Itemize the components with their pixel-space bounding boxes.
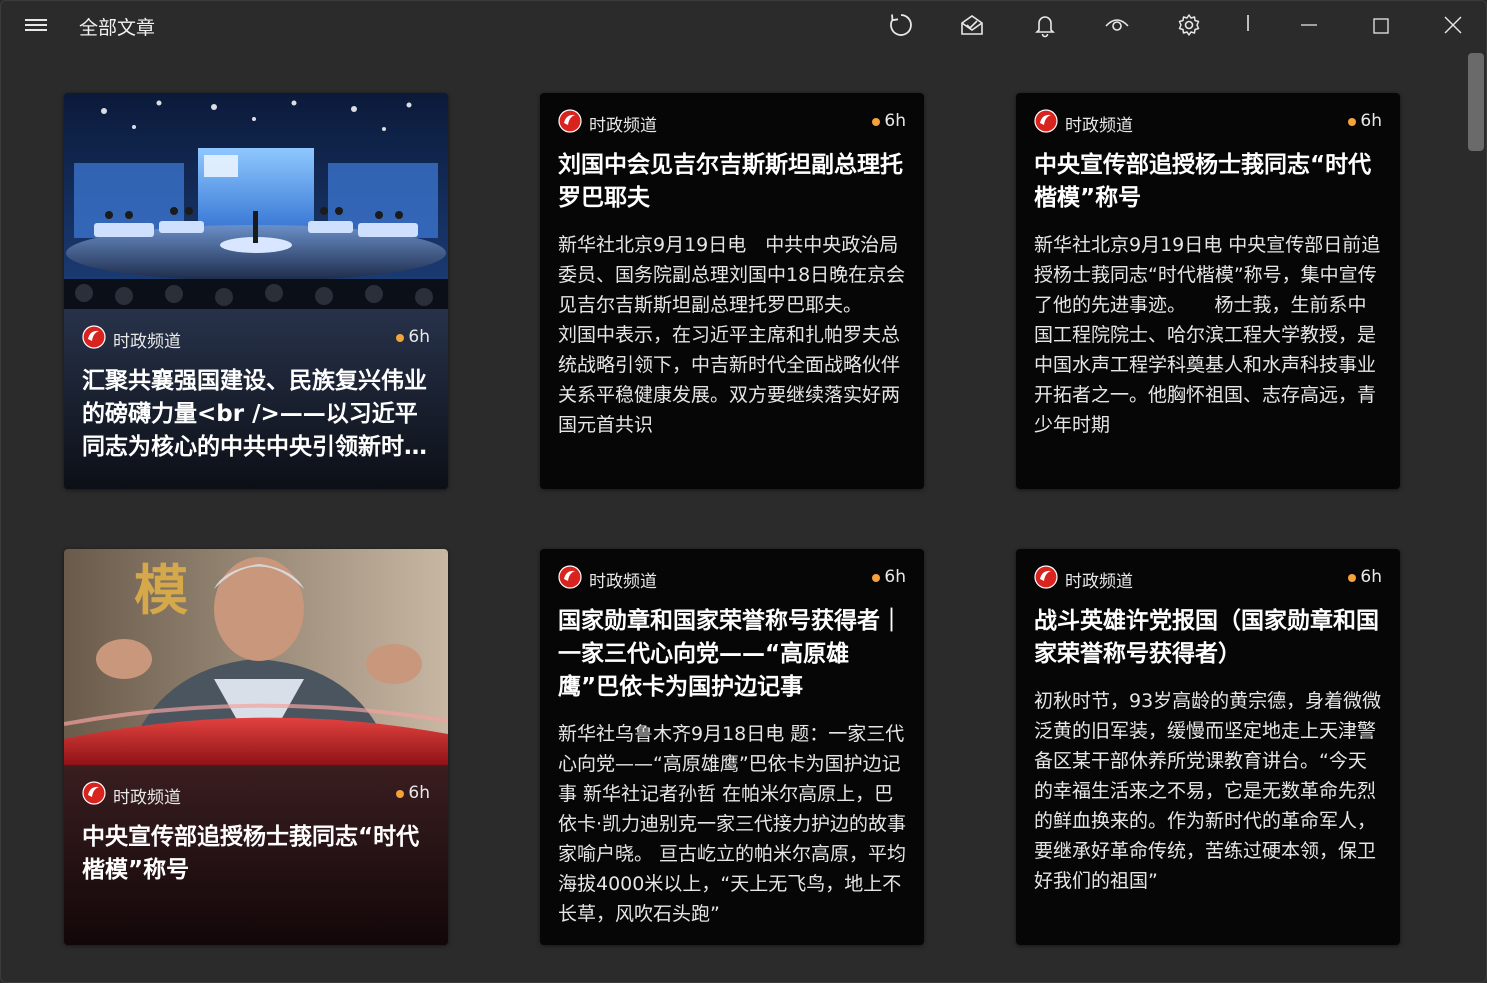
timestamp: 6h: [884, 111, 906, 131]
channel-logo-icon: [82, 325, 106, 349]
unread-dot-icon: [1348, 118, 1356, 126]
page-title: 全部文章: [79, 17, 156, 39]
channel-name: 时政频道: [1065, 572, 1133, 592]
article-headline: 国家勋章和国家荣誉称号获得者｜一家三代心向党——“高原雄鹰”巴依卡为国护边记事: [558, 608, 903, 700]
minimize-button[interactable]: [1289, 9, 1329, 41]
channel-logo-icon: [1034, 109, 1058, 133]
article-card[interactable]: 时政频道 6h 国家勋章和国家荣誉称号获得者｜一家三代心向党——“高原雄鹰”巴依…: [540, 549, 924, 945]
card-meta: 时政频道 6h: [558, 109, 906, 136]
channel-logo-icon: [82, 781, 106, 805]
article-headline: 中央宣传部追授杨士莪同志“时代楷模”称号: [82, 824, 420, 883]
channel-logo-icon: [1034, 565, 1058, 589]
scrollbar[interactable]: [1467, 49, 1485, 979]
article-headline: 汇聚共襄强国建设、民族复兴伟业的磅礴力量<br />——以习近平同志为核心的中共…: [82, 368, 427, 460]
timestamp: 6h: [884, 567, 906, 587]
article-card[interactable]: 模 时政频道 6h 中央宣传部追授杨士莪同志“时代楷模”称号: [64, 549, 448, 945]
article-headline: 中央宣传部追授杨士莪同志“时代楷模”称号: [1034, 152, 1372, 211]
channel-name: 时政频道: [113, 332, 181, 352]
settings-icon[interactable]: [1175, 11, 1203, 39]
toolbar-separator: [1247, 15, 1249, 31]
channel-name: 时政频道: [1065, 116, 1133, 136]
card-meta: 时政频道 6h: [558, 565, 906, 592]
view-icon[interactable]: [1103, 11, 1131, 39]
article-summary: 新华社北京9月19日电 中央宣传部日前追授杨士莪同志“时代楷模”称号，集中宣传了…: [1034, 234, 1381, 436]
portrait-image: 模: [64, 549, 448, 765]
unread-dot-icon: [396, 790, 404, 798]
article-headline: 战斗英雄许党报国（国家勋章和国家荣誉称号获得者）: [1034, 608, 1379, 667]
article-card[interactable]: 时政频道 6h 中央宣传部追授杨士莪同志“时代楷模”称号 新华社北京9月19日电…: [1016, 93, 1400, 489]
read-all-icon[interactable]: [958, 11, 986, 39]
channel-name: 时政频道: [113, 788, 181, 808]
card-meta: 时政频道 6h: [1034, 109, 1382, 136]
close-button[interactable]: [1433, 9, 1473, 41]
title-bar: 全部文章: [1, 1, 1486, 49]
tv-studio-image: [64, 93, 448, 309]
article-summary: 新华社乌鲁木齐9月18日电 题：一家三代心向党——“高原雄鹰”巴依卡为国护边记事…: [558, 723, 907, 925]
article-card[interactable]: 时政频道 6h 汇聚共襄强国建设、民族复兴伟业的磅礴力量<br />——以习近平…: [64, 93, 448, 489]
card-meta: 时政频道 6h: [82, 781, 430, 808]
channel-logo-icon: [558, 109, 582, 133]
article-summary: 新华社北京9月19日电 中共中央政治局委员、国务院副总理刘国中18日晚在京会见吉…: [558, 234, 906, 436]
timestamp: 6h: [1360, 567, 1382, 587]
article-card[interactable]: 时政频道 6h 战斗英雄许党报国（国家勋章和国家荣誉称号获得者） 初秋时节，93…: [1016, 549, 1400, 945]
timestamp: 6h: [408, 783, 430, 803]
unread-dot-icon: [1348, 574, 1356, 582]
channel-name: 时政频道: [589, 572, 657, 592]
article-headline: 刘国中会见吉尔吉斯斯坦副总理托罗巴耶夫: [558, 152, 903, 211]
unread-dot-icon: [396, 334, 404, 342]
maximize-button[interactable]: [1361, 9, 1401, 41]
article-summary: 初秋时节，93岁高龄的黄宗德，身着微微泛黄的旧军装，缓慢而坚定地走上天津警备区某…: [1034, 690, 1382, 892]
refresh-icon[interactable]: [887, 11, 915, 39]
channel-logo-icon: [558, 565, 582, 589]
card-meta: 时政频道 6h: [82, 325, 430, 352]
unread-dot-icon: [872, 118, 880, 126]
scrollbar-thumb[interactable]: [1468, 53, 1484, 151]
channel-name: 时政频道: [589, 116, 657, 136]
article-card[interactable]: 时政频道 6h 刘国中会见吉尔吉斯斯坦副总理托罗巴耶夫 新华社北京9月19日电 …: [540, 93, 924, 489]
unread-dot-icon: [872, 574, 880, 582]
app-window: 全部文章 时政频道 6h 汇聚共襄强国建设、民族复兴伟业的磅礴力量<br />—…: [0, 0, 1487, 983]
hamburger-menu-icon[interactable]: [25, 16, 49, 34]
timestamp: 6h: [408, 327, 430, 347]
notification-icon[interactable]: [1031, 11, 1059, 39]
card-meta: 时政频道 6h: [1034, 565, 1382, 592]
image-text: 模: [134, 558, 188, 622]
timestamp: 6h: [1360, 111, 1382, 131]
